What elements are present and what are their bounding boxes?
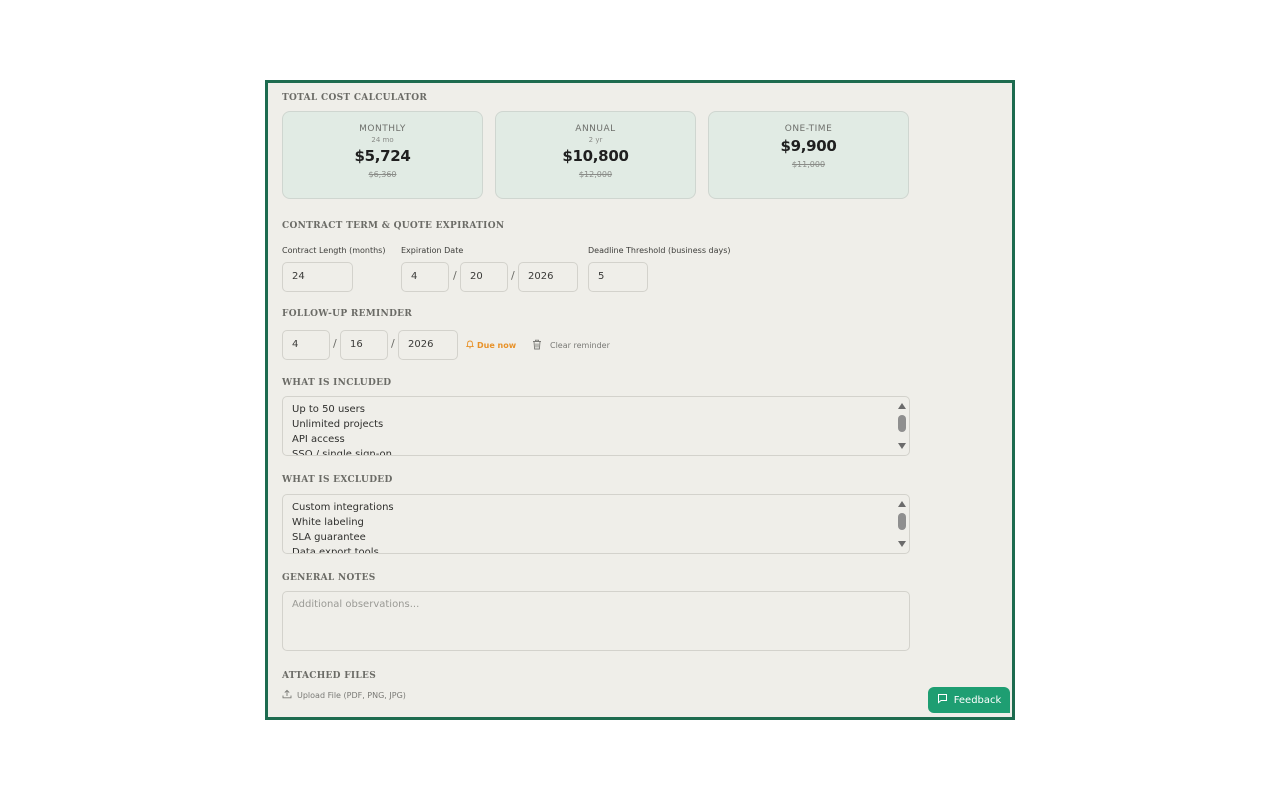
scroll-down-arrow-icon[interactable]: [898, 443, 906, 449]
list-item: API access: [292, 434, 345, 445]
list-item: SSO / single sign-on: [292, 449, 392, 456]
upload-icon: [282, 689, 292, 701]
card-price: $5,724: [354, 147, 411, 165]
scroll-up-arrow-icon[interactable]: [898, 501, 906, 507]
card-old-price: $12,000: [578, 170, 613, 179]
date-separator: /: [391, 337, 395, 350]
card-old-price: $6,360: [368, 170, 397, 179]
card-old-price: $11,000: [791, 160, 826, 169]
feedback-label: Feedback: [953, 694, 1002, 706]
chat-icon: [937, 693, 948, 707]
contract-length-input[interactable]: 24: [282, 262, 353, 292]
expiration-year-input[interactable]: 2026: [518, 262, 578, 292]
reminder-year-input[interactable]: 2026: [398, 330, 458, 360]
date-separator: /: [511, 269, 515, 282]
list-item: White labeling: [292, 517, 364, 528]
trash-icon: [532, 339, 542, 352]
list-item: Up to 50 users: [292, 404, 365, 415]
scroll-down-arrow-icon[interactable]: [898, 541, 906, 547]
bell-icon: [465, 340, 475, 351]
card-label: ANNUAL: [575, 124, 616, 134]
clear-reminder-label: Clear reminder: [550, 341, 610, 350]
excluded-textarea[interactable]: Custom integrations White labeling SLA g…: [282, 494, 910, 554]
scroll-thumb[interactable]: [898, 415, 906, 432]
contract-length-label: Contract Length (months): [282, 246, 386, 255]
expiration-month-input[interactable]: 4: [401, 262, 449, 292]
section-title-excluded: WHAT IS EXCLUDED: [282, 475, 393, 485]
section-title-reminder: FOLLOW-UP REMINDER: [282, 309, 413, 319]
scrollbar[interactable]: [896, 398, 908, 454]
card-label: ONE-TIME: [784, 124, 833, 134]
due-now-status: Due now: [465, 340, 517, 351]
general-notes-textarea[interactable]: Additional observations...: [282, 591, 910, 651]
due-now-text: Due now: [477, 341, 517, 350]
deadline-threshold-input[interactable]: 5: [588, 262, 648, 292]
list-item: Custom integrations: [292, 502, 394, 513]
card-sub: 2 yr: [588, 136, 603, 144]
card-label: MONTHLY: [359, 124, 406, 134]
reminder-day-input[interactable]: 16: [340, 330, 388, 360]
card-sub: 24 mo: [371, 136, 394, 144]
cost-card-one-time[interactable]: ONE-TIME $9,900 $11,000: [708, 111, 909, 199]
scrollbar[interactable]: [896, 496, 908, 552]
section-title-contract: CONTRACT TERM & QUOTE EXPIRATION: [282, 221, 505, 231]
section-title-attachments: ATTACHED FILES: [282, 671, 377, 681]
cost-card-annual[interactable]: ANNUAL 2 yr $10,800 $12,000: [495, 111, 696, 199]
section-title-notes: GENERAL NOTES: [282, 573, 376, 583]
date-separator: /: [453, 269, 457, 282]
deadline-threshold-label: Deadline Threshold (business days): [588, 246, 731, 255]
scroll-up-arrow-icon[interactable]: [898, 403, 906, 409]
list-item: Data export tools: [292, 547, 379, 554]
expiration-date-label: Expiration Date: [401, 246, 464, 255]
scroll-thumb[interactable]: [898, 513, 906, 530]
list-item: SLA guarantee: [292, 532, 366, 543]
section-title-included: WHAT IS INCLUDED: [282, 378, 392, 388]
cost-card-monthly[interactable]: MONTHLY 24 mo $5,724 $6,360: [282, 111, 483, 199]
quote-panel: TOTAL COST CALCULATOR MONTHLY 24 mo $5,7…: [265, 80, 1015, 720]
included-textarea[interactable]: Up to 50 users Unlimited projects API ac…: [282, 396, 910, 456]
upload-file-button[interactable]: Upload File (PDF, PNG, JPG): [282, 689, 406, 701]
section-title-cost-calculator: TOTAL COST CALCULATOR: [282, 93, 428, 103]
reminder-month-input[interactable]: 4: [282, 330, 330, 360]
card-price: $10,800: [562, 147, 629, 165]
upload-file-label: Upload File (PDF, PNG, JPG): [297, 690, 406, 700]
expiration-day-input[interactable]: 20: [460, 262, 508, 292]
list-item: Unlimited projects: [292, 419, 384, 430]
date-separator: /: [333, 337, 337, 350]
card-price: $9,900: [780, 137, 837, 155]
clear-reminder-button[interactable]: Clear reminder: [532, 339, 610, 352]
feedback-button[interactable]: Feedback: [928, 687, 1010, 713]
